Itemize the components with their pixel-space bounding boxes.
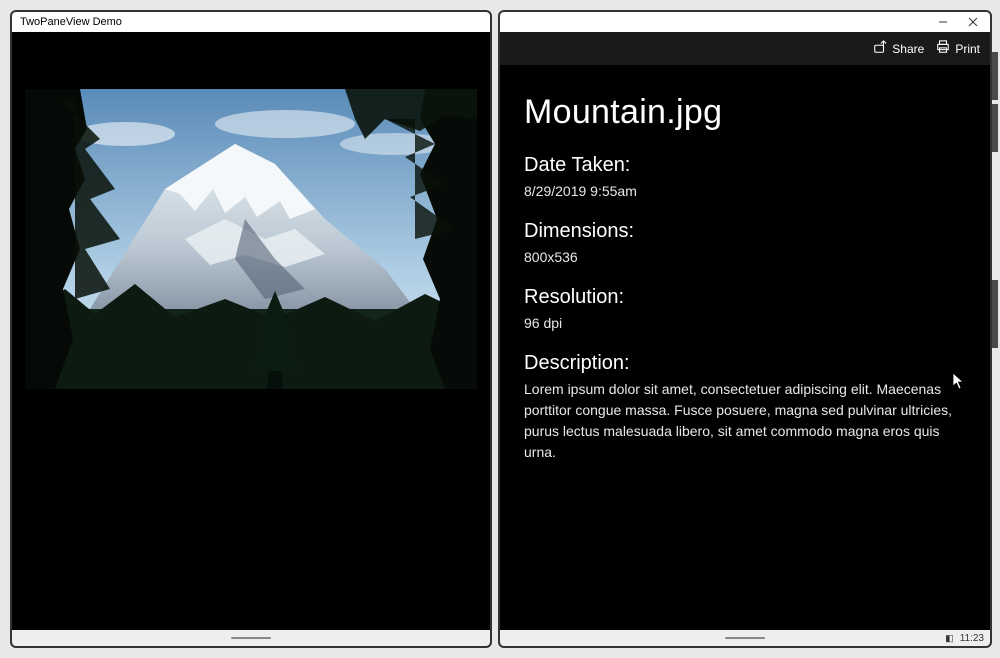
description-field: Description: Lorem ipsum dolor sit amet,… (524, 352, 966, 463)
edge-tab[interactable] (992, 104, 998, 152)
titlebar-left: TwoPaneView Demo (12, 12, 490, 32)
date-taken-field: Date Taken: 8/29/2019 9:55am (524, 154, 966, 202)
window-title: TwoPaneView Demo (20, 16, 122, 28)
resolution-field: Resolution: 96 dpi (524, 286, 966, 334)
taskbar-left (12, 630, 490, 646)
system-clock: 11:23 (960, 633, 984, 644)
titlebar-right (500, 12, 990, 32)
print-label: Print (955, 42, 980, 56)
date-taken-value: 8/29/2019 9:55am (524, 181, 966, 202)
share-icon (873, 40, 887, 57)
print-icon (936, 40, 950, 57)
right-pane: Share Print Mountain.jpg Date Taken: 8/2… (498, 10, 992, 648)
taskbar-handle[interactable] (231, 637, 271, 639)
mountain-image (25, 89, 477, 389)
resolution-label: Resolution: (524, 286, 966, 309)
left-pane: TwoPaneView Demo (10, 10, 492, 648)
share-label: Share (892, 42, 924, 56)
date-taken-label: Date Taken: (524, 154, 966, 177)
details-panel: Mountain.jpg Date Taken: 8/29/2019 9:55a… (500, 65, 990, 646)
dimensions-label: Dimensions: (524, 220, 966, 243)
cursor-icon (952, 372, 966, 390)
close-button[interactable] (962, 15, 984, 29)
print-button[interactable]: Print (936, 40, 980, 57)
minimize-button[interactable] (932, 15, 954, 29)
edge-tab[interactable] (992, 52, 998, 100)
taskbar-handle[interactable] (725, 637, 765, 639)
dimensions-field: Dimensions: 800x536 (524, 220, 966, 268)
file-name-heading: Mountain.jpg (524, 93, 966, 132)
resolution-value: 96 dpi (524, 313, 966, 334)
command-bar: Share Print (500, 32, 990, 65)
taskbar-right: ◧ 11:23 (500, 630, 990, 646)
system-tray-icon[interactable]: ◧ (945, 633, 954, 644)
edge-tab[interactable] (992, 280, 998, 348)
share-button[interactable]: Share (873, 40, 924, 57)
dimensions-value: 800x536 (524, 247, 966, 268)
image-viewer (12, 65, 490, 389)
description-label: Description: (524, 352, 966, 375)
description-value: Lorem ipsum dolor sit amet, consectetuer… (524, 379, 966, 463)
